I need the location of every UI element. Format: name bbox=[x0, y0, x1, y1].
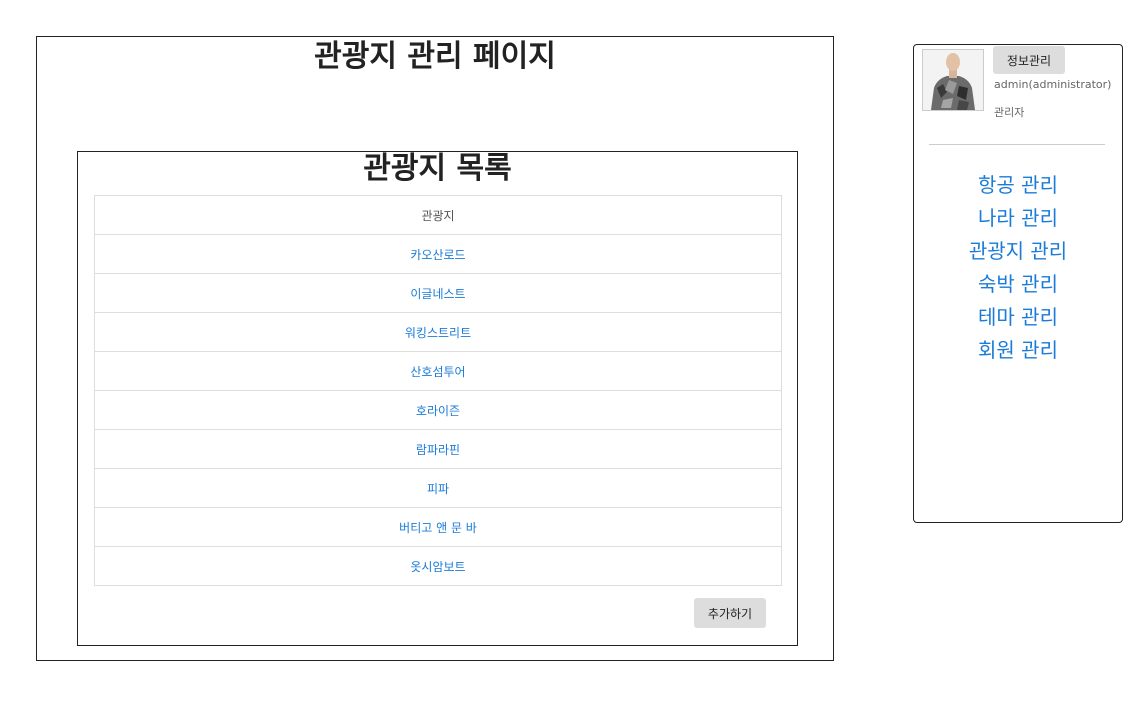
table-row: 피파 bbox=[94, 468, 782, 508]
attraction-link[interactable]: 호라이즌 bbox=[416, 404, 460, 418]
table-row: 호라이즌 bbox=[94, 390, 782, 430]
page-title: 관광지 관리 페이지 bbox=[314, 39, 556, 74]
menu-item-lodging: 숙박 관리 bbox=[914, 268, 1122, 301]
attraction-link[interactable]: 옷시암보트 bbox=[410, 560, 465, 574]
user-name: admin(administrator) bbox=[994, 78, 1112, 91]
table-row: 이글네스트 bbox=[94, 273, 782, 313]
column-header-attraction: 관광지 bbox=[94, 195, 782, 235]
attraction-link[interactable]: 산호섬투어 bbox=[410, 365, 465, 379]
menu-link-flight[interactable]: 항공 관리 bbox=[978, 173, 1058, 197]
list-title: 관광지 목록 bbox=[363, 151, 512, 186]
table-row: 옷시암보트 bbox=[94, 546, 782, 586]
attraction-link[interactable]: 피파 bbox=[427, 482, 449, 496]
info-manage-button[interactable]: 정보관리 bbox=[993, 46, 1065, 74]
sidebar-divider bbox=[929, 144, 1105, 145]
main-panel: 관광지 관리 페이지 관광지 목록 관광지 카오산로드 이글네스트 워킹스트리트… bbox=[36, 36, 834, 661]
sidebar: 정보관리 admin(administrator) 관리자 항공 관리 나라 관… bbox=[913, 44, 1123, 523]
menu-link-theme[interactable]: 테마 관리 bbox=[978, 305, 1058, 329]
menu-item-theme: 테마 관리 bbox=[914, 301, 1122, 334]
user-role: 관리자 bbox=[994, 106, 1025, 119]
admin-menu: 항공 관리 나라 관리 관광지 관리 숙박 관리 테마 관리 회원 관리 bbox=[914, 169, 1122, 367]
attraction-link[interactable]: 이글네스트 bbox=[410, 287, 465, 301]
attraction-table: 관광지 카오산로드 이글네스트 워킹스트리트 산호섬투어 호라이즌 람파라핀 피… bbox=[94, 195, 782, 586]
attraction-link[interactable]: 버티고 앤 문 바 bbox=[399, 521, 477, 535]
attraction-link[interactable]: 카오산로드 bbox=[410, 248, 465, 262]
menu-link-attraction[interactable]: 관광지 관리 bbox=[969, 239, 1067, 263]
user-photo-icon bbox=[923, 50, 983, 110]
table-header-row: 관광지 bbox=[94, 195, 782, 235]
menu-item-country: 나라 관리 bbox=[914, 202, 1122, 235]
menu-link-country[interactable]: 나라 관리 bbox=[978, 206, 1058, 230]
table-row: 워킹스트리트 bbox=[94, 312, 782, 352]
table-row: 산호섬투어 bbox=[94, 351, 782, 391]
menu-link-member[interactable]: 회원 관리 bbox=[978, 338, 1058, 362]
table-row: 카오산로드 bbox=[94, 234, 782, 274]
menu-item-attraction: 관광지 관리 bbox=[914, 235, 1122, 268]
add-button[interactable]: 추가하기 bbox=[694, 598, 766, 628]
attraction-list-panel: 관광지 목록 관광지 카오산로드 이글네스트 워킹스트리트 산호섬투어 호라이즌… bbox=[77, 151, 798, 646]
menu-item-flight: 항공 관리 bbox=[914, 169, 1122, 202]
avatar bbox=[922, 49, 984, 111]
menu-link-lodging[interactable]: 숙박 관리 bbox=[978, 272, 1058, 296]
table-row: 버티고 앤 문 바 bbox=[94, 507, 782, 547]
table-row: 람파라핀 bbox=[94, 429, 782, 469]
attraction-link[interactable]: 워킹스트리트 bbox=[405, 326, 471, 340]
menu-item-member: 회원 관리 bbox=[914, 334, 1122, 367]
attraction-link[interactable]: 람파라핀 bbox=[416, 443, 460, 457]
